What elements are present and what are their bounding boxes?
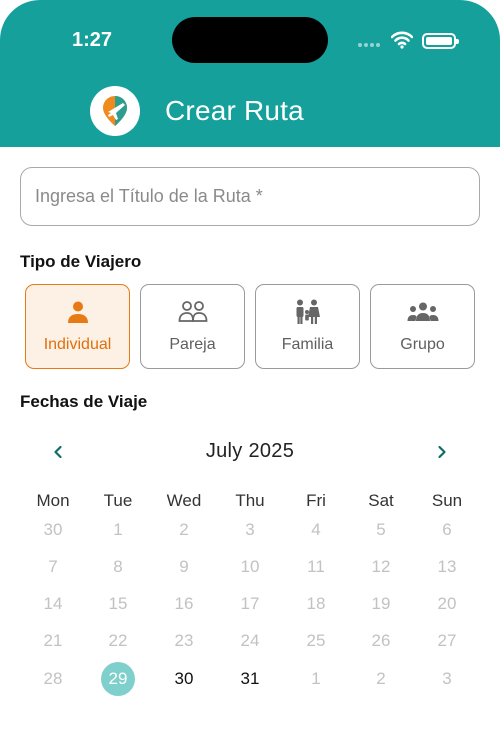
calendar-day[interactable]: 18 xyxy=(283,587,349,621)
calendar-day[interactable]: 8 xyxy=(85,550,151,584)
calendar-day[interactable]: 2 xyxy=(151,513,217,547)
calendar-day[interactable]: 25 xyxy=(283,624,349,658)
map-pin-plane-icon xyxy=(103,96,127,126)
weekday-label: Fri xyxy=(306,491,326,510)
chevron-left-icon xyxy=(54,445,62,459)
app-logo xyxy=(90,86,140,136)
traveler-type-label: Tipo de Viajero xyxy=(20,252,142,271)
calendar-day[interactable]: 10 xyxy=(217,550,283,584)
calendar-day[interactable]: 13 xyxy=(414,550,480,584)
calendar-day[interactable]: 15 xyxy=(85,587,151,621)
calendar-day[interactable]: 27 xyxy=(414,624,480,658)
app-header: 1:27 Crear Ruta xyxy=(0,0,500,147)
calendar-day[interactable]: 3 xyxy=(217,513,283,547)
calendar-day[interactable]: 14 xyxy=(20,587,86,621)
calendar-day[interactable]: 4 xyxy=(283,513,349,547)
page-title: Crear Ruta xyxy=(165,95,304,126)
calendar-day[interactable]: 30 xyxy=(151,662,217,696)
traveler-option-individual[interactable]: Individual xyxy=(25,284,130,369)
calendar-day[interactable]: 5 xyxy=(348,513,414,547)
calendar-day[interactable]: 11 xyxy=(283,550,349,584)
route-title-input[interactable] xyxy=(20,167,480,226)
status-icons xyxy=(358,31,459,51)
calendar-day[interactable]: 7 xyxy=(20,550,86,584)
calendar-day[interactable]: 1 xyxy=(85,513,151,547)
wifi-icon xyxy=(391,31,413,49)
calendar-day[interactable]: 22 xyxy=(85,624,151,658)
traveler-option-label: Pareja xyxy=(169,336,216,353)
calendar-day[interactable]: 21 xyxy=(20,624,86,658)
calendar-day[interactable]: 9 xyxy=(151,550,217,584)
calendar-day[interactable]: 28 xyxy=(20,662,86,696)
calendar-day[interactable]: 16 xyxy=(151,587,217,621)
traveler-option-grupo[interactable]: Grupo xyxy=(370,284,475,369)
group-icon xyxy=(371,299,474,325)
weekday-label: Wed xyxy=(166,491,202,510)
traveler-option-familia[interactable]: Familia xyxy=(255,284,360,369)
person-icon xyxy=(26,299,129,325)
calendar-day[interactable]: 3 xyxy=(414,662,480,696)
prev-month-button[interactable] xyxy=(46,440,70,464)
weekday-label: Thu xyxy=(235,491,265,510)
calendar-day[interactable]: 26 xyxy=(348,624,414,658)
calendar-day[interactable]: 31 xyxy=(217,662,283,696)
calendar-day[interactable]: 29 xyxy=(85,662,151,696)
calendar-day[interactable]: 1 xyxy=(283,662,349,696)
status-time: 1:27 xyxy=(72,29,113,51)
calendar-day[interactable]: 30 xyxy=(20,513,86,547)
traveler-option-label: Individual xyxy=(43,336,112,353)
traveler-option-pareja[interactable]: Pareja xyxy=(140,284,245,369)
travel-dates-label: Fechas de Viaje xyxy=(20,392,148,411)
weekday-label: Sat xyxy=(368,491,394,510)
calendar-day[interactable]: 23 xyxy=(151,624,217,658)
signal-icon xyxy=(358,43,382,47)
camera-notch xyxy=(172,17,328,63)
calendar-day[interactable]: 17 xyxy=(217,587,283,621)
weekday-label: Mon xyxy=(36,491,70,510)
traveler-option-label: Grupo xyxy=(400,336,445,353)
traveler-option-label: Familia xyxy=(281,336,334,353)
couple-icon xyxy=(141,299,244,325)
calendar-day[interactable]: 6 xyxy=(414,513,480,547)
calendar-day[interactable]: 2 xyxy=(348,662,414,696)
calendar-day[interactable]: 24 xyxy=(217,624,283,658)
calendar-day[interactable]: 20 xyxy=(414,587,480,621)
battery-icon xyxy=(422,33,459,49)
calendar-day[interactable]: 19 xyxy=(348,587,414,621)
month-label: July 2025 xyxy=(205,440,295,462)
weekday-label: Tue xyxy=(103,491,133,510)
family-icon xyxy=(256,299,359,325)
chevron-right-icon xyxy=(438,445,446,459)
next-month-button[interactable] xyxy=(430,440,454,464)
weekday-label: Sun xyxy=(431,491,463,510)
calendar-day[interactable]: 12 xyxy=(348,550,414,584)
